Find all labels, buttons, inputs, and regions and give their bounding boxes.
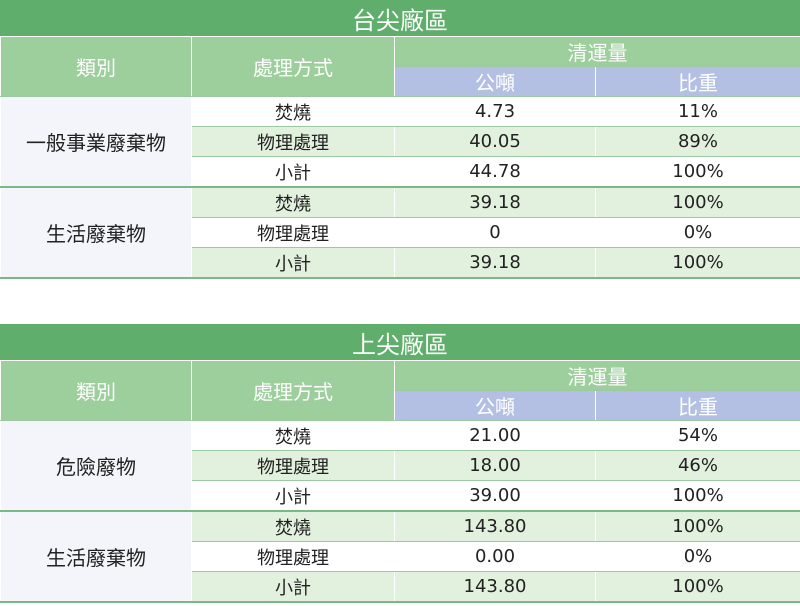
table-row: 生活廢棄物 焚燒 39.18 100%: [0, 186, 800, 279]
tons-cell: 39.18: [394, 186, 596, 218]
ratio-cell: 100%: [595, 571, 800, 603]
ratio-cell: 89%: [595, 126, 800, 157]
category-cell: 危險廢物: [0, 420, 192, 512]
header-tons: 公噸: [394, 66, 596, 97]
table-section: 台尖廠區 類別 處理方式 清運量 公噸 比重 一般事業廢棄物 焚燒 4.73 1…: [0, 0, 800, 279]
tons-cell: 39.18: [394, 247, 596, 279]
method-cell: 物理處理: [191, 450, 395, 481]
header-ratio: 比重: [595, 66, 800, 97]
tons-cell: 4.73: [394, 96, 596, 127]
header-ratio: 比重: [595, 390, 800, 421]
tons-cell: 44.78: [394, 156, 596, 188]
ratio-cell: 100%: [595, 480, 800, 512]
ratio-cell: 100%: [595, 186, 800, 218]
method-cell: 小計: [191, 480, 395, 512]
tons-cell: 21.00: [394, 420, 596, 451]
table-row: 生活廢棄物 焚燒 143.80 100%: [0, 510, 800, 603]
method-cell: 焚燒: [191, 186, 395, 218]
ratio-cell: 100%: [595, 510, 800, 542]
category-cell: 生活廢棄物: [0, 186, 192, 279]
tons-cell: 143.80: [394, 571, 596, 603]
method-cell: 小計: [191, 156, 395, 188]
section-title: 上尖廠區: [0, 324, 800, 360]
header-volume: 清運量: [394, 360, 800, 391]
ratio-cell: 11%: [595, 96, 800, 127]
method-cell: 物理處理: [191, 126, 395, 157]
header-method: 處理方式: [191, 360, 395, 421]
header-category: 類別: [0, 36, 192, 97]
method-cell: 物理處理: [191, 217, 395, 248]
ratio-cell: 46%: [595, 450, 800, 481]
tons-cell: 39.00: [394, 480, 596, 512]
waste-table: 類別 處理方式 清運量 公噸 比重 一般事業廢棄物 焚燒 4.73 11% 物理…: [0, 36, 800, 279]
header-method: 處理方式: [191, 36, 395, 97]
tons-cell: 18.00: [394, 450, 596, 481]
ratio-cell: 0%: [595, 541, 800, 572]
section-title: 台尖廠區: [0, 0, 800, 36]
waste-table: 類別 處理方式 清運量 公噸 比重 危險廢物 焚燒 21.00 54% 物理處理…: [0, 360, 800, 603]
header-tons: 公噸: [394, 390, 596, 421]
tons-cell: 143.80: [394, 510, 596, 542]
category-cell: 生活廢棄物: [0, 510, 192, 603]
tons-cell: 0.00: [394, 541, 596, 572]
tons-cell: 0: [394, 217, 596, 248]
category-cell: 一般事業廢棄物: [0, 96, 192, 188]
table-row: 一般事業廢棄物 焚燒 4.73 11%: [0, 96, 800, 188]
ratio-cell: 100%: [595, 247, 800, 279]
method-cell: 焚燒: [191, 420, 395, 451]
method-cell: 小計: [191, 247, 395, 279]
tons-cell: 40.05: [394, 126, 596, 157]
ratio-cell: 0%: [595, 217, 800, 248]
method-cell: 小計: [191, 571, 395, 603]
header-volume: 清運量: [394, 36, 800, 67]
table-section: 上尖廠區 類別 處理方式 清運量 公噸 比重 危險廢物 焚燒 21.00 54%…: [0, 324, 800, 603]
method-cell: 焚燒: [191, 510, 395, 542]
method-cell: 物理處理: [191, 541, 395, 572]
header-category: 類別: [0, 360, 192, 421]
ratio-cell: 100%: [595, 156, 800, 188]
table-row: 危險廢物 焚燒 21.00 54%: [0, 420, 800, 512]
method-cell: 焚燒: [191, 96, 395, 127]
ratio-cell: 54%: [595, 420, 800, 451]
